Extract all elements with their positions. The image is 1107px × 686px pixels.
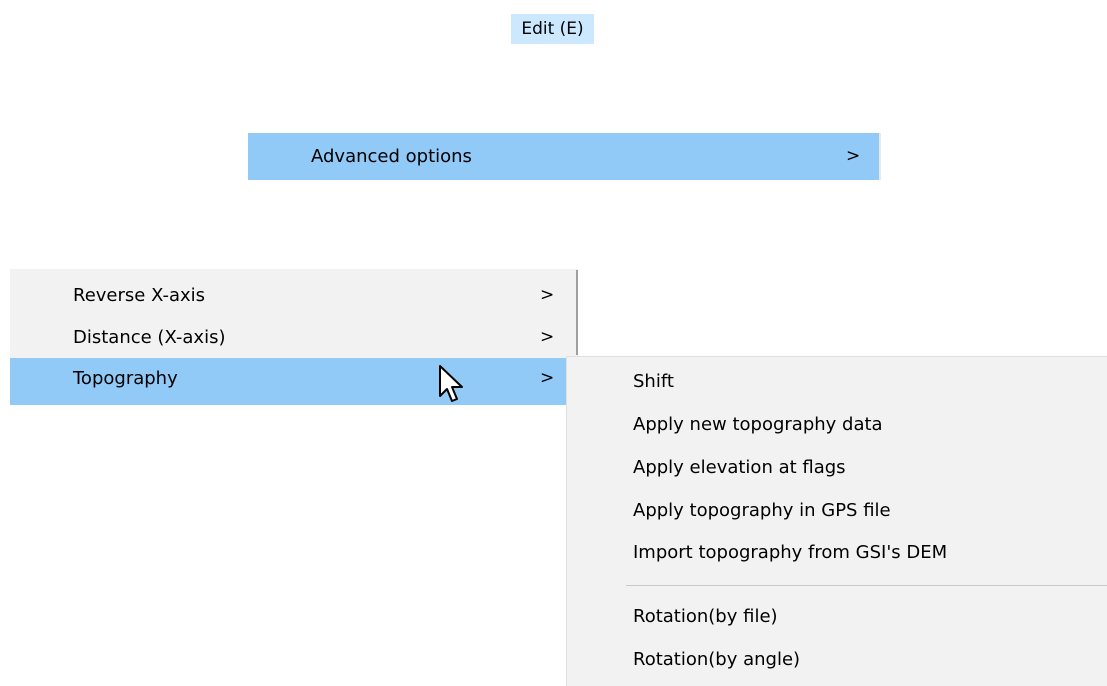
menu-item-import-topography-gsi-dem[interactable]: Import topography from GSI's DEM [633,542,947,563]
menu-item-rotation-by-angle[interactable]: Rotation(by angle) [633,649,800,670]
menu-item-apply-new-topography-data[interactable]: Apply new topography data [633,414,883,435]
chevron-right-icon: > [540,368,555,388]
menu-item-reverse-x-axis-label: Reverse X-axis [73,285,206,306]
chevron-right-icon: > [846,146,861,166]
menu-item-advanced-options[interactable]: Advanced options > [248,133,881,180]
topography-submenu: Shift Apply new topography data Apply el… [566,356,1107,686]
chevron-right-icon: > [540,285,555,305]
menu-item-reverse-x-axis[interactable]: Reverse X-axis > [10,275,578,319]
menu-edit-label: Edit (E) [521,19,584,39]
menu-item-topography-label: Topography [73,368,178,389]
menu-item-rotation-by-file[interactable]: Rotation(by file) [633,606,778,627]
pointer-cursor-icon [439,365,463,402]
menu-item-distance-x-axis[interactable]: Distance (X-axis) > [10,317,578,361]
chevron-right-icon: > [540,327,555,347]
menu-item-shift[interactable]: Shift [633,371,674,392]
submenu-edge-divider [576,270,578,355]
menu-item-advanced-options-label: Advanced options [311,146,472,167]
menu-item-apply-elevation-at-flags[interactable]: Apply elevation at flags [633,457,846,478]
menu-separator [626,585,1107,586]
menu-item-apply-topography-gps-file[interactable]: Apply topography in GPS file [633,500,891,521]
menu-item-distance-x-axis-label: Distance (X-axis) [73,327,226,348]
menu-edit[interactable]: Edit (E) [511,14,594,44]
advanced-options-submenu: Reverse X-axis > Distance (X-axis) > Top… [10,269,578,405]
menu-item-topography[interactable]: Topography > [10,358,578,405]
